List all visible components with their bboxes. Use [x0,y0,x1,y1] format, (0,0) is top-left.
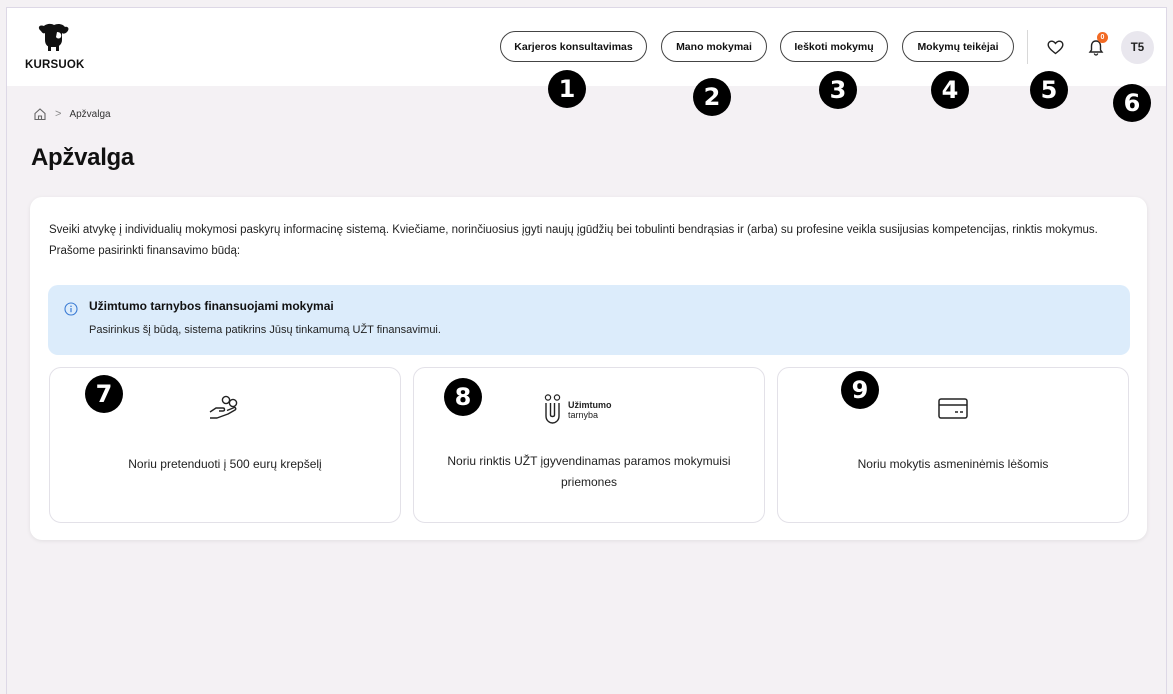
nav-search-courses[interactable]: Ieškoti mokymų [780,31,888,62]
breadcrumb-current: Apžvalga [69,108,111,120]
nav-course-providers[interactable]: Mokymų teikėjai [902,31,1014,62]
home-icon[interactable] [33,107,47,121]
intro-text: Sveiki atvykę į individualių mokymosi pa… [49,224,1098,257]
breadcrumb: > Apžvalga [33,107,111,121]
marker-1: 1 [548,70,586,108]
option-label-personal-funds: Noriu mokytis asmeninėmis lėšomis [857,457,1049,471]
marker-2: 2 [693,78,731,116]
page-title: Apžvalga [31,144,134,171]
heart-icon [1046,39,1064,54]
breadcrumb-separator: > [55,108,62,120]
marker-7: 7 [85,375,123,413]
marker-3: 3 [819,71,857,109]
cow-logo-icon [38,23,69,51]
favorites-button[interactable] [1044,36,1066,58]
nav-career-consulting[interactable]: Karjeros konsultavimas [500,31,647,62]
option-label-uzt-support: Noriu rinktis UŽT įgyvendinamas paramos … [447,454,731,489]
notification-badge: 0 [1097,32,1108,43]
marker-8: 8 [444,378,482,416]
coin-hand-icon [209,395,238,419]
option-label-500-basket: Noriu pretenduoti į 500 eurų krepšelį [128,457,322,471]
top-header: KURSUOK Karjeros konsultavimas Mano moky… [7,8,1166,86]
marker-5: 5 [1030,71,1068,109]
logo[interactable]: KURSUOK [25,22,95,74]
info-title: Užimtumo tarnybos finansuojami mokymai [89,299,334,313]
option-card-personal-funds[interactable]: Noriu mokytis asmeninėmis lėšomis [777,367,1129,523]
app-frame: KURSUOK Karjeros konsultavimas Mano moky… [6,7,1167,694]
uzt-logo-icon: Užimtumo tarnyba [544,394,612,424]
card-icon-wrapper [778,394,1128,424]
marker-9: 9 [841,371,879,409]
nav-my-courses[interactable]: Mano mokymai [661,31,767,62]
notifications-button[interactable]: 0 [1085,32,1108,58]
info-alert: Užimtumo tarnybos finansuojami mokymai P… [48,285,1130,355]
info-text: Pasirinkus šį būdą, sistema patikrins Jū… [89,324,441,336]
header-divider [1027,30,1028,64]
uzt-logo-line1: Užimtumo [568,400,612,410]
overview-panel: Sveiki atvykę į individualių mokymosi pa… [30,197,1147,540]
uzt-logo-line2: tarnyba [568,410,598,420]
marker-4: 4 [931,71,969,109]
info-icon [64,302,78,316]
avatar[interactable]: T5 [1121,31,1154,64]
marker-6: 6 [1113,84,1151,122]
logo-text: KURSUOK [25,59,85,71]
card-icon [938,398,968,419]
